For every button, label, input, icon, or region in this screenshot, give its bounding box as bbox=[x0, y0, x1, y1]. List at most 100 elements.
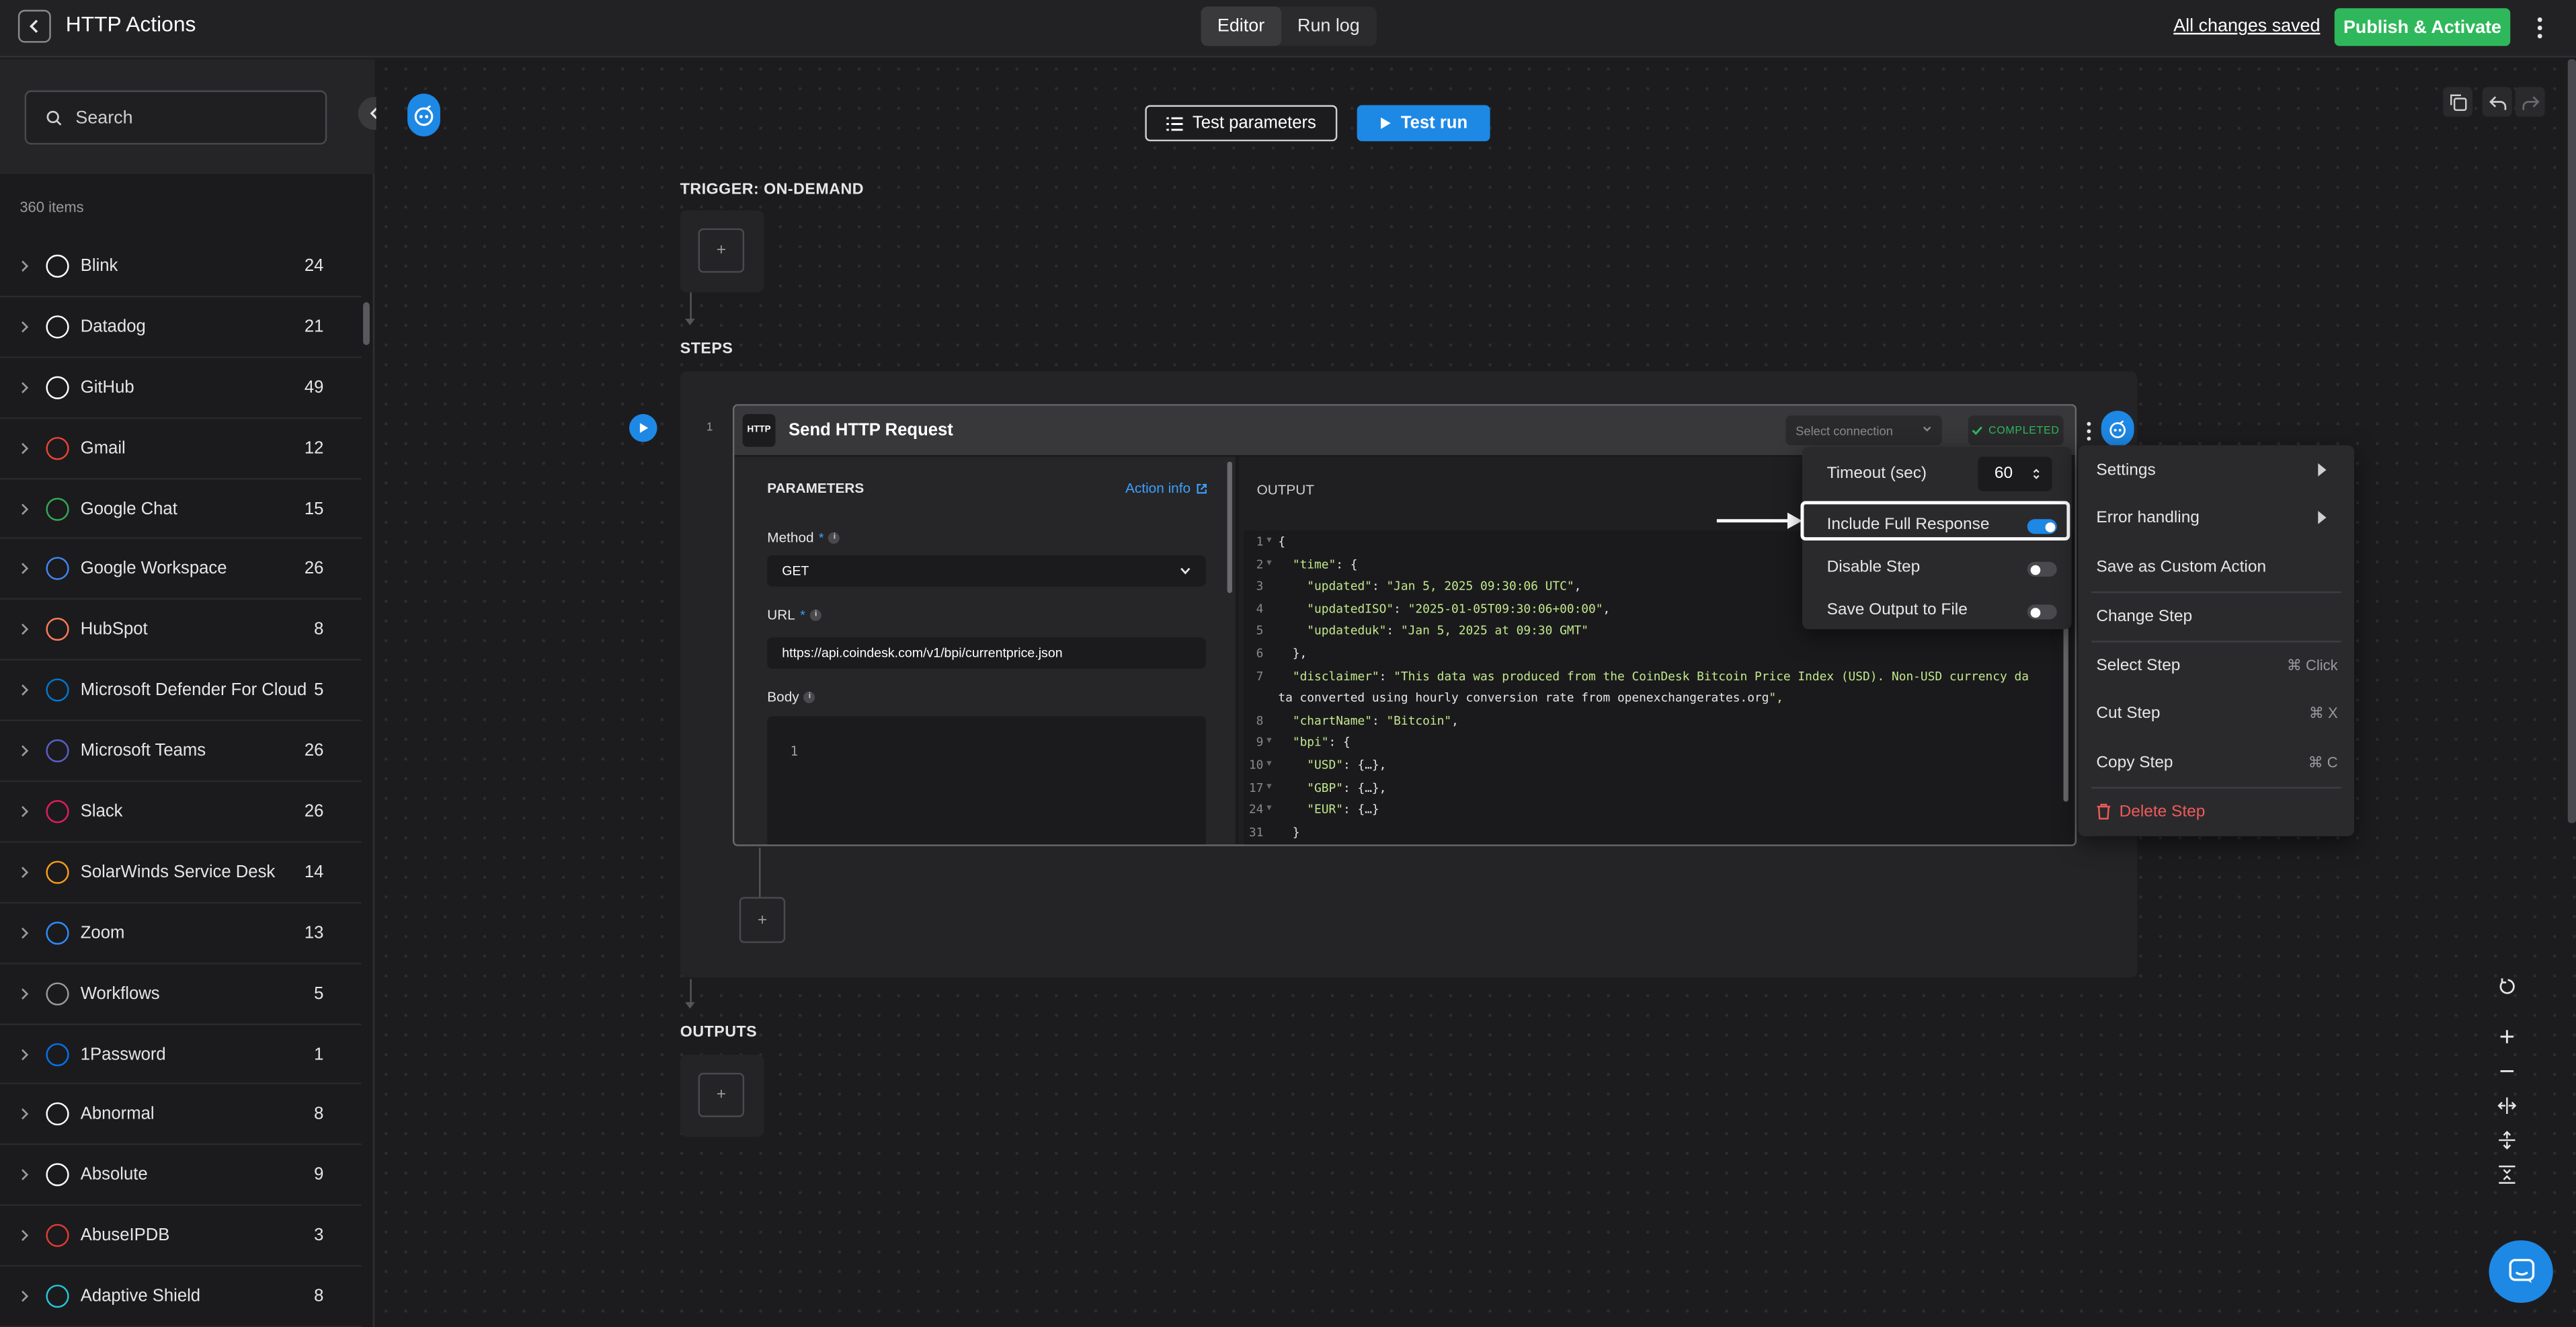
chevron-right-icon[interactable] bbox=[19, 926, 30, 940]
sidebar-item[interactable]: Google Chat 15 bbox=[0, 479, 362, 540]
fold-toggle-icon[interactable]: ▼ bbox=[1263, 754, 1278, 776]
tab-run-log[interactable]: Run log bbox=[1281, 7, 1377, 46]
menu-item-settings[interactable]: Settings bbox=[2079, 447, 2355, 493]
run-step-button[interactable] bbox=[629, 413, 657, 442]
menu-item-delete-step[interactable]: Delete Step bbox=[2079, 789, 2355, 834]
fit-width-button[interactable] bbox=[2492, 1091, 2522, 1121]
search-input[interactable]: Search bbox=[24, 90, 327, 145]
redo-button[interactable] bbox=[2515, 87, 2545, 117]
action-info-link[interactable]: Action info bbox=[1125, 480, 1207, 496]
chevron-right-icon[interactable] bbox=[19, 502, 30, 516]
fold-toggle-icon[interactable]: ▼ bbox=[1263, 799, 1278, 821]
menu-item-error-handling[interactable]: Error handling bbox=[2079, 495, 2355, 540]
stepper-icon[interactable] bbox=[2032, 467, 2040, 481]
chevron-right-icon[interactable] bbox=[19, 623, 30, 637]
menu-item-cut-step[interactable]: Cut Step ⌘ X bbox=[2079, 690, 2355, 735]
chevron-right-icon[interactable] bbox=[19, 684, 30, 697]
chevron-right-icon[interactable] bbox=[19, 1108, 30, 1121]
sidebar-item[interactable]: AbuseIPDB 3 bbox=[0, 1206, 362, 1267]
chevron-right-icon[interactable] bbox=[19, 442, 30, 455]
sidebar-item[interactable]: Slack 26 bbox=[0, 782, 362, 843]
menu-item-copy-step[interactable]: Copy Step ⌘ C bbox=[2079, 739, 2355, 785]
sidebar-item[interactable]: SolarWinds Service Desk 14 bbox=[0, 842, 362, 903]
fold-toggle-icon[interactable]: ▼ bbox=[1263, 553, 1278, 575]
disable-step-toggle[interactable] bbox=[2027, 561, 2057, 577]
fold-toggle-icon[interactable]: ▼ bbox=[1263, 776, 1278, 799]
info-icon[interactable]: i bbox=[810, 608, 822, 620]
undo-button[interactable] bbox=[2482, 87, 2512, 117]
chevron-right-icon[interactable] bbox=[19, 563, 30, 576]
chevron-right-icon[interactable] bbox=[19, 866, 30, 879]
step-menu-button[interactable] bbox=[2080, 417, 2096, 444]
step-assistant-button[interactable] bbox=[2101, 410, 2134, 447]
sidebar-item[interactable]: Adaptive Shield 8 bbox=[0, 1267, 362, 1327]
menu-item-change-step[interactable]: Change Step bbox=[2079, 593, 2355, 639]
zoom-in-button[interactable] bbox=[2492, 1022, 2522, 1051]
sidebar-item[interactable]: Absolute 9 bbox=[0, 1145, 362, 1207]
chat-support-button[interactable] bbox=[2489, 1240, 2553, 1303]
test-parameters-button[interactable]: Test parameters bbox=[1145, 105, 1338, 142]
chevron-right-icon[interactable] bbox=[19, 1290, 30, 1303]
sidebar-item[interactable]: Blink 24 bbox=[0, 237, 362, 298]
chevron-right-icon[interactable] bbox=[19, 744, 30, 758]
more-options-button[interactable] bbox=[2530, 11, 2550, 44]
body-editor[interactable]: 1 bbox=[767, 716, 1206, 845]
sidebar-item[interactable]: HubSpot 8 bbox=[0, 600, 362, 661]
fold-toggle-icon[interactable]: ▼ bbox=[1263, 731, 1278, 754]
sidebar-item[interactable]: 1Password 1 bbox=[0, 1024, 362, 1086]
publish-button[interactable]: Publish & Activate bbox=[2334, 8, 2511, 46]
chevron-right-icon[interactable] bbox=[19, 380, 30, 394]
add-trigger-button[interactable]: + bbox=[698, 228, 745, 273]
add-output-button[interactable]: + bbox=[698, 1072, 745, 1117]
canvas-scrollbar[interactable] bbox=[2567, 58, 2576, 823]
chevron-right-icon[interactable] bbox=[19, 987, 30, 1000]
save-status-link[interactable]: All changes saved bbox=[2173, 16, 2320, 36]
add-step-button[interactable]: + bbox=[739, 897, 786, 943]
sidebar-item[interactable]: GitHub 49 bbox=[0, 358, 362, 419]
sidebar-item[interactable]: Microsoft Defender For Cloud 5 bbox=[0, 661, 362, 722]
github-icon bbox=[46, 376, 69, 399]
connection-select[interactable]: Select connection bbox=[1785, 415, 1942, 446]
fit-height-button[interactable] bbox=[2492, 1125, 2522, 1155]
timeout-input[interactable]: 60 bbox=[1978, 456, 2052, 491]
chevron-right-icon[interactable] bbox=[19, 320, 30, 333]
sidebar-item[interactable]: Abnormal 8 bbox=[0, 1085, 362, 1146]
info-icon[interactable]: i bbox=[803, 690, 816, 702]
sidebar-item[interactable]: Workflows 5 bbox=[0, 964, 362, 1024]
tab-editor[interactable]: Editor bbox=[1201, 6, 1281, 46]
chevron-right-icon[interactable] bbox=[19, 259, 30, 273]
zoom-out-button[interactable] bbox=[2492, 1056, 2522, 1086]
slack-icon bbox=[46, 800, 69, 823]
workflow-canvas[interactable]: Test parameters Test run TRIGGER: ON-DEM… bbox=[376, 58, 2576, 1327]
chevron-right-icon[interactable] bbox=[19, 1047, 30, 1061]
chevron-right-icon[interactable] bbox=[19, 1230, 30, 1243]
chevron-right-icon[interactable] bbox=[19, 805, 30, 819]
sidebar-item[interactable]: Microsoft Teams 26 bbox=[0, 721, 362, 782]
test-run-button[interactable]: Test run bbox=[1357, 105, 1490, 142]
copy-canvas-button[interactable] bbox=[2443, 87, 2473, 117]
chevron-down-icon bbox=[1180, 567, 1191, 575]
info-icon[interactable]: i bbox=[828, 531, 841, 543]
back-button[interactable] bbox=[17, 9, 51, 43]
sidebar-item[interactable]: Gmail 12 bbox=[0, 418, 362, 479]
parameters-scrollbar[interactable] bbox=[1227, 461, 1232, 594]
sidebar-item[interactable]: Zoom 13 bbox=[0, 903, 362, 964]
disable-step-row[interactable]: Disable Step bbox=[1802, 544, 2072, 587]
collapse-all-button[interactable] bbox=[2492, 1160, 2522, 1189]
save-output-row[interactable]: Save Output to File bbox=[1802, 586, 2072, 629]
assistant-button[interactable] bbox=[407, 93, 440, 136]
menu-item-save-custom[interactable]: Save as Custom Action bbox=[2079, 544, 2355, 590]
sidebar-item[interactable]: Datadog 21 bbox=[0, 297, 362, 358]
sidebar-item-label: Microsoft Defender For Cloud bbox=[80, 680, 307, 700]
reset-view-button[interactable] bbox=[2492, 971, 2522, 1000]
chevron-right-icon[interactable] bbox=[19, 1168, 30, 1182]
method-select[interactable]: GET bbox=[767, 555, 1206, 587]
sidebar-item[interactable]: Google Workspace 26 bbox=[0, 540, 362, 600]
sidebar-scrollbar[interactable] bbox=[363, 302, 370, 346]
menu-item-select-step[interactable]: Select Step ⌘ Click bbox=[2079, 643, 2355, 688]
url-input[interactable]: https://api.coindesk.com/v1/bpi/currentp… bbox=[767, 637, 1206, 669]
step-title: Send HTTP Request bbox=[789, 420, 953, 440]
fold-toggle-icon[interactable]: ▼ bbox=[1263, 530, 1278, 553]
search-icon bbox=[46, 110, 62, 126]
save-output-toggle[interactable] bbox=[2027, 604, 2057, 620]
